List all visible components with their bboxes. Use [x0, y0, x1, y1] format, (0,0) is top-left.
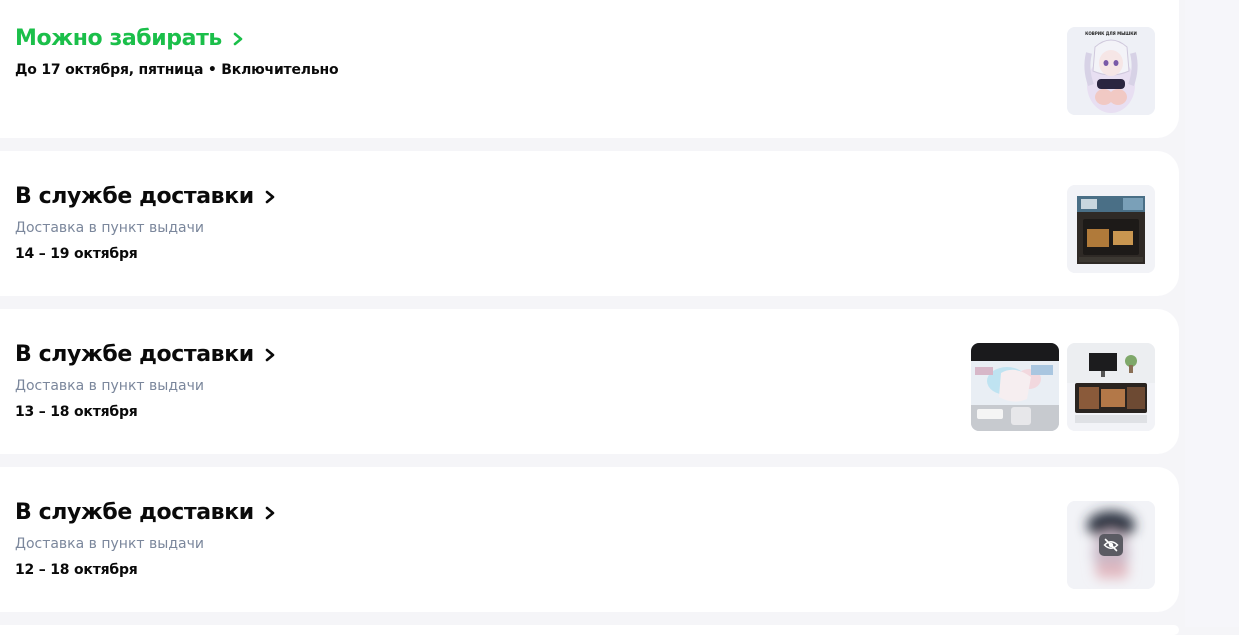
delivery-date-range: 12 – 18 октября: [15, 562, 138, 578]
chevron-right-icon: [265, 348, 275, 361]
order-status-link[interactable]: В службе доставки: [15, 342, 276, 367]
page-background-strip: [1185, 0, 1239, 627]
delivery-date-range: 13 – 18 октября: [15, 404, 138, 420]
anime-desk-photo-image: [971, 343, 1059, 431]
product-thumbnail[interactable]: [1067, 343, 1155, 431]
chevron-right-icon: [233, 32, 243, 45]
order-status-link[interactable]: Можно забирать: [15, 26, 244, 51]
order-status-label[interactable]: В службе доставки: [15, 500, 254, 525]
product-thumbnail[interactable]: [971, 343, 1059, 431]
eye-off-icon[interactable]: [1099, 534, 1123, 556]
order-pickup-date: До 17 октября, пятница • Включительно: [15, 62, 339, 78]
product-thumbnail[interactable]: КОВРИК ДЛЯ МЫШКИ: [1067, 27, 1155, 115]
order-status-label[interactable]: Можно забирать: [15, 26, 222, 51]
anime-mousepad-image: КОВРИК ДЛЯ МЫШКИ: [1067, 27, 1155, 115]
order-status-label[interactable]: В службе доставки: [15, 342, 254, 367]
product-thumbnail-hidden[interactable]: [1067, 501, 1155, 589]
delivery-method: Доставка в пункт выдачи: [15, 536, 204, 552]
product-caption: КОВРИК ДЛЯ МЫШКИ: [1085, 31, 1137, 36]
desk-mousepad-image: [1067, 185, 1155, 273]
chevron-right-icon: [265, 506, 275, 519]
order-status-label[interactable]: В службе доставки: [15, 184, 254, 209]
delivery-date-range: 14 – 19 октября: [15, 246, 138, 262]
chevron-right-icon: [265, 190, 275, 203]
order-status-link[interactable]: В службе доставки: [15, 184, 276, 209]
delivery-method: Доставка в пункт выдачи: [15, 378, 204, 394]
order-status-link[interactable]: В службе доставки: [15, 500, 276, 525]
desk-setup-image: [1067, 343, 1155, 431]
product-thumbnail[interactable]: [1067, 185, 1155, 273]
delivery-method: Доставка в пункт выдачи: [15, 220, 204, 236]
